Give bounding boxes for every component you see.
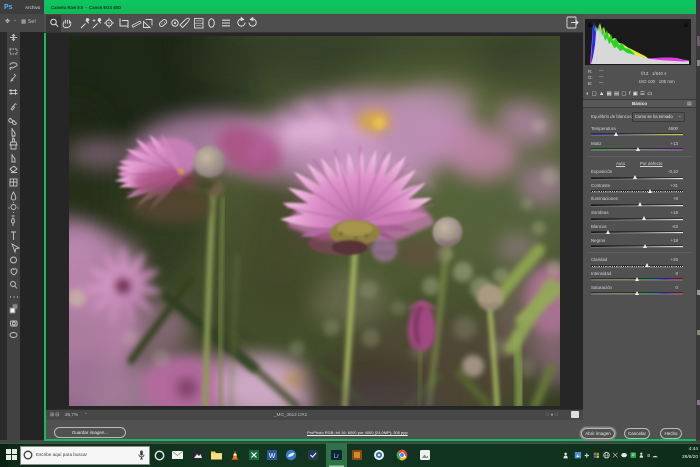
svg-text:Lr: Lr (334, 454, 339, 460)
svg-text:B: B (647, 452, 650, 457)
svg-text:W: W (269, 453, 276, 460)
